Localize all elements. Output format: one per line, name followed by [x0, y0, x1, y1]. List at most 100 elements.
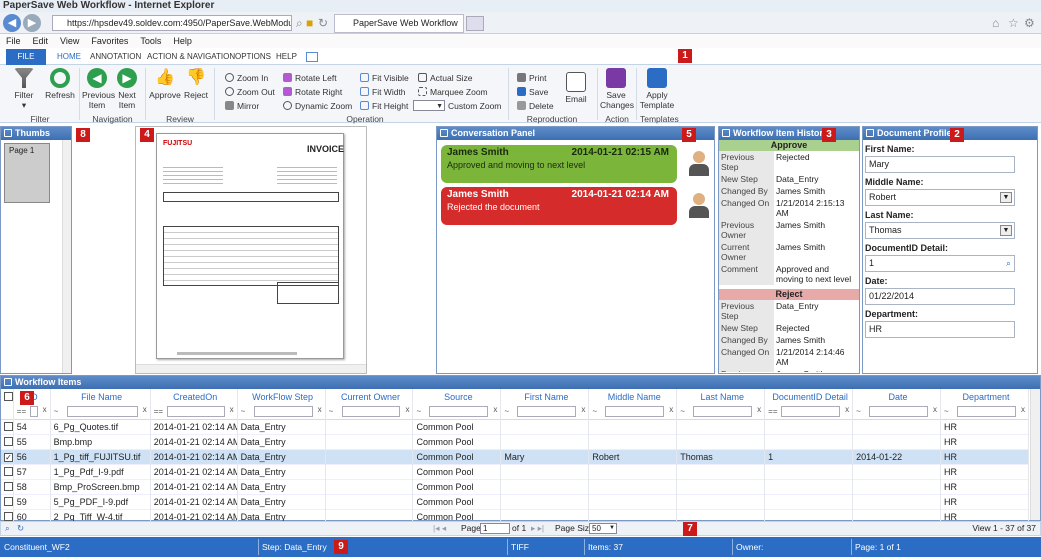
filter-cell[interactable]: ~ x — [676, 404, 766, 419]
filter-operator[interactable]: ~ — [416, 407, 421, 416]
last-page-icon[interactable]: ▸ ▸| — [531, 522, 544, 535]
row-checkbox[interactable] — [1, 419, 14, 434]
column-header[interactable]: Middle Name — [588, 389, 678, 404]
tab-help[interactable]: HELP — [276, 50, 297, 64]
filter-operator[interactable]: == — [154, 407, 163, 416]
row-checkbox[interactable]: ✓ — [1, 449, 14, 464]
thumbs-scrollbar[interactable] — [62, 140, 71, 373]
search-icon[interactable]: ⌕ — [1006, 256, 1011, 271]
rotate-right-button[interactable]: Rotate Right — [283, 86, 342, 98]
filter-input[interactable] — [517, 406, 577, 417]
marquee-zoom-button[interactable]: Marquee Zoom — [418, 86, 488, 98]
approve-button[interactable]: 👍 Approve — [148, 68, 182, 100]
menu-file[interactable]: File — [6, 36, 21, 46]
column-header[interactable]: Source — [412, 389, 502, 404]
filter-operator[interactable]: ~ — [504, 407, 509, 416]
first-name-field[interactable]: Mary — [865, 156, 1015, 173]
filter-operator[interactable]: == — [768, 407, 777, 416]
menu-edit[interactable]: Edit — [33, 36, 49, 46]
document-viewer[interactable]: FUJITSU INVOICE — [135, 126, 367, 374]
grid-scrollbar[interactable] — [1030, 389, 1040, 520]
filter-input[interactable] — [253, 406, 313, 417]
filter-cell[interactable]: ~ x — [588, 404, 678, 419]
table-row[interactable]: ✓ 56 1_Pg_tiff_FUJITSU.tif 2014-01-21 02:14… — [1, 449, 1029, 464]
menu-favorites[interactable]: Favorites — [91, 36, 128, 46]
save-changes-button[interactable]: Save Changes — [600, 68, 634, 110]
rotate-left-button[interactable]: Rotate Left — [283, 72, 337, 84]
clear-filter-icon[interactable]: x — [143, 405, 147, 414]
filter-operator[interactable]: ~ — [54, 407, 59, 416]
clear-filter-icon[interactable]: x — [318, 405, 322, 414]
clear-filter-icon[interactable]: x — [581, 405, 585, 414]
settings-gear-icon[interactable]: ⚙ — [1024, 16, 1035, 30]
filter-cell[interactable]: ~ x — [237, 404, 326, 419]
clear-filter-icon[interactable]: x — [669, 405, 673, 414]
first-page-icon[interactable]: |◂ ◂ — [433, 522, 446, 535]
clear-filter-icon[interactable]: x — [43, 405, 47, 414]
tab-options[interactable]: OPTIONS — [235, 50, 271, 64]
filter-input[interactable] — [29, 406, 38, 417]
dynamic-zoom-button[interactable]: Dynamic Zoom — [283, 100, 352, 112]
filter-operator[interactable]: ~ — [856, 407, 861, 416]
filter-operator[interactable]: ~ — [329, 407, 334, 416]
fit-width-button[interactable]: Fit Width — [360, 86, 406, 98]
menu-tools[interactable]: Tools — [140, 36, 161, 46]
table-row[interactable]: 57 1_Pg_Pdf_I-9.pdf 2014-01-21 02:14 AM Dat… — [1, 464, 1029, 479]
filter-cell[interactable]: == x — [13, 404, 51, 419]
clear-filter-icon[interactable]: x — [493, 405, 497, 414]
filter-operator[interactable]: ~ — [944, 407, 949, 416]
table-row[interactable]: 55 Bmp.bmp 2014-01-21 02:14 AM Data_Entry Co… — [1, 434, 1029, 449]
filter-button[interactable]: Filter ▾ — [10, 68, 38, 110]
refresh-button[interactable]: Refresh — [44, 68, 76, 100]
tab-home[interactable]: HOME — [57, 50, 81, 64]
chevron-down-icon[interactable]: ▼ — [1000, 192, 1012, 203]
docid-field[interactable]: 1 ⌕ — [865, 255, 1015, 272]
clear-filter-icon[interactable]: x — [757, 405, 761, 414]
filter-cell[interactable]: ~ x — [50, 404, 151, 419]
row-checkbox[interactable] — [1, 479, 14, 494]
column-header[interactable]: File Name — [50, 389, 151, 404]
address-input[interactable]: https://hpsdev49.soldev.com:4950/PaperSa… — [52, 15, 292, 31]
search-icon[interactable]: ⌕ — [5, 522, 10, 535]
filter-input[interactable] — [166, 406, 225, 417]
filter-input[interactable] — [693, 406, 753, 417]
delete-button[interactable]: Delete — [517, 100, 554, 112]
row-checkbox[interactable] — [1, 464, 14, 479]
menu-view[interactable]: View — [60, 36, 79, 46]
page-input[interactable]: 1 — [480, 523, 510, 534]
favorites-star-icon[interactable]: ☆ — [1008, 16, 1019, 30]
home-icon[interactable]: ⌂ — [992, 16, 999, 30]
row-checkbox[interactable] — [1, 434, 14, 449]
column-header[interactable]: CreatedOn — [150, 389, 238, 404]
clear-filter-icon[interactable]: x — [405, 405, 409, 414]
reject-button[interactable]: 👎 Reject — [183, 68, 209, 100]
apply-template-button[interactable]: Apply Template — [639, 68, 675, 110]
row-checkbox[interactable] — [1, 494, 14, 509]
email-button[interactable]: Email — [563, 72, 589, 104]
tab-annotation[interactable]: ANNOTATION — [90, 50, 141, 64]
column-header[interactable]: Date — [852, 389, 942, 404]
filter-cell[interactable]: ~ x — [500, 404, 590, 419]
table-row[interactable]: 58 Bmp_ProScreen.bmp 2014-01-21 02:14 AM Da… — [1, 479, 1029, 494]
filter-cell[interactable]: == x — [150, 404, 238, 419]
refresh-icon[interactable]: ↻ — [318, 16, 328, 30]
actual-size-button[interactable]: Actual Size — [418, 72, 473, 84]
new-tab-button[interactable] — [466, 16, 484, 31]
filter-cell[interactable]: ~ x — [852, 404, 942, 419]
clear-filter-icon[interactable]: x — [933, 405, 937, 414]
column-header[interactable]: Department — [940, 389, 1029, 404]
filter-cell[interactable]: ~ x — [412, 404, 502, 419]
thumbnail-page-1[interactable]: Page 1 — [4, 143, 50, 203]
filter-input[interactable] — [605, 406, 665, 417]
middle-name-select[interactable]: Robert ▼ — [865, 189, 1015, 206]
select-all-checkbox[interactable] — [1, 389, 14, 404]
page-size-select[interactable]: 50 ▼ — [589, 523, 617, 534]
column-header[interactable]: Last Name — [676, 389, 766, 404]
column-header[interactable]: WorkFlow Step — [237, 389, 326, 404]
filter-cell[interactable]: ~ x — [325, 404, 414, 419]
clear-filter-icon[interactable]: x — [1021, 405, 1025, 414]
table-row[interactable]: 59 5_Pg_PDF_I-9.pdf 2014-01-21 02:14 AM Dat… — [1, 494, 1029, 509]
save-button[interactable]: Save — [517, 86, 548, 98]
viewer-horizontal-scrollbar[interactable] — [136, 364, 366, 373]
previous-item-button[interactable]: ◀ Previous Item — [82, 68, 115, 110]
